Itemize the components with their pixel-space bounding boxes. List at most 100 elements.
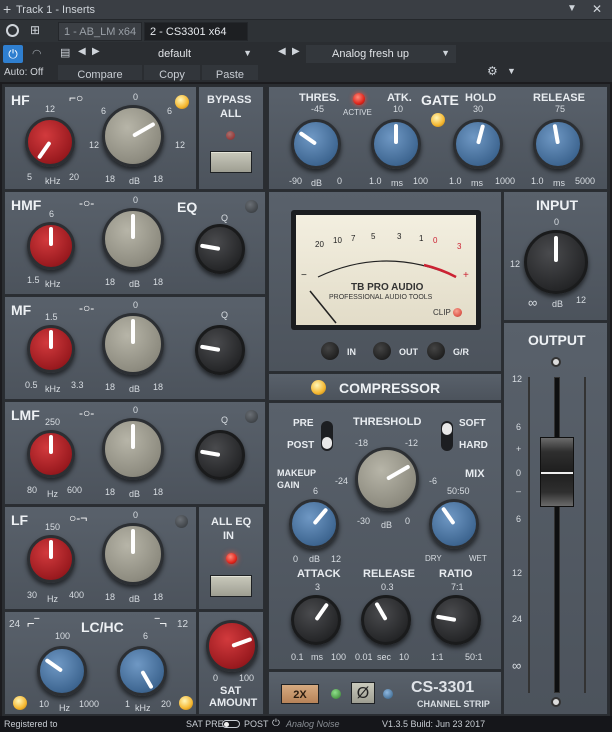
hmf-enable-led[interactable] (245, 200, 258, 213)
gate-release-knob[interactable] (533, 119, 583, 169)
rl-lo: 0.01 (355, 652, 373, 662)
bypass-all-button[interactable] (210, 151, 252, 173)
gate-hold-top: 30 (473, 104, 484, 114)
comp-threshold-knob[interactable] (355, 447, 419, 511)
auto-off[interactable]: Auto: Off (4, 67, 43, 78)
hf-gain-knob[interactable] (102, 105, 164, 167)
save-preset-icon[interactable]: ▤ (60, 46, 70, 59)
output-fader-handle[interactable] (540, 437, 574, 507)
meter-gr-button[interactable] (427, 342, 445, 360)
preset-bar: ⏻ ◠ Auto: Off ▤ ◀ ▶ default ▼ ◀ ▶ Analog… (0, 42, 612, 82)
meter-gr-label: G/R (453, 347, 470, 357)
fader-track (554, 377, 560, 693)
release-knob[interactable] (361, 595, 411, 645)
all-eq-in-button[interactable] (210, 575, 252, 597)
gate-enable-led[interactable] (431, 113, 445, 127)
mk-lo: 0 (293, 554, 299, 564)
hmf-gain-knob[interactable] (102, 208, 164, 270)
vu-tick-1: 1 (419, 234, 424, 243)
noise-icon[interactable]: ⏻ (272, 718, 280, 729)
routing-icon[interactable]: ⊞ (30, 23, 40, 37)
power-clock-icon[interactable] (6, 24, 19, 37)
add-icon[interactable]: + (3, 1, 11, 17)
next-program-icon[interactable]: ▶ (292, 46, 300, 57)
hmf-freq-unit: kHz (45, 279, 61, 289)
mix-knob[interactable] (429, 499, 479, 549)
vu-clip: CLIP (433, 308, 451, 317)
power-button[interactable]: ⏻ (3, 45, 23, 63)
tab-2[interactable]: 2 - CS3301 x64 (144, 22, 248, 41)
lmf-freq-knob[interactable] (27, 430, 75, 478)
lf-gain-knob[interactable] (102, 523, 164, 585)
meter-in-button[interactable] (321, 342, 339, 360)
hmf-freq-knob[interactable] (27, 222, 75, 270)
oversample-2x-button[interactable]: 2X (281, 684, 319, 704)
compressor-enable-led[interactable] (311, 380, 326, 395)
preset-select[interactable]: default ▼ (108, 45, 258, 63)
ratio-knob[interactable] (431, 595, 481, 645)
attack-knob[interactable] (291, 595, 341, 645)
compare-button[interactable]: Compare (58, 65, 142, 81)
hf-enable-led[interactable] (175, 95, 189, 109)
bypass-led (226, 131, 235, 140)
lc-knob[interactable] (37, 646, 87, 696)
soft-hard-toggle[interactable] (441, 421, 453, 451)
lmf-q-knob[interactable] (195, 430, 245, 480)
mf-freq-lo: 0.5 (25, 380, 38, 390)
close-icon[interactable]: ✕ (592, 2, 602, 16)
gate-attack-knob[interactable] (371, 119, 421, 169)
post-label-footer: POST (244, 719, 269, 729)
gate-threshold-knob[interactable] (291, 119, 341, 169)
hmf-q-knob[interactable] (195, 224, 245, 274)
lchc-enable-led-right[interactable] (179, 696, 193, 710)
gate-rel-unit: ms (553, 178, 565, 188)
lf-freq-knob[interactable] (27, 535, 75, 583)
mf-freq-knob[interactable] (27, 325, 75, 373)
th-unit: dB (381, 520, 393, 530)
lchc-enable-led[interactable] (13, 696, 27, 710)
meter-out-button[interactable] (373, 342, 391, 360)
hf-freq-top: 12 (45, 104, 56, 114)
bypass-icon[interactable]: ◠ (32, 47, 42, 60)
lmf-enable-led[interactable] (245, 410, 258, 423)
hc-knob[interactable] (117, 646, 167, 696)
input-gain-knob[interactable] (524, 230, 588, 294)
mf-q-knob[interactable] (195, 325, 245, 375)
paste-button[interactable]: Paste (202, 65, 258, 81)
pin-icon[interactable]: ▼ (567, 3, 577, 14)
gear-icon[interactable]: ⚙ (487, 64, 498, 78)
mf-gain-knob[interactable] (102, 313, 164, 375)
prev-program-icon[interactable]: ◀ (278, 46, 286, 57)
preset-name: default (158, 48, 192, 60)
pre-post-toggle[interactable] (321, 421, 333, 451)
shelf-icon: ⌐○ (69, 91, 84, 105)
th-a: -18 (355, 438, 369, 448)
alleq-panel: ALL EQ IN (198, 506, 264, 610)
bell-icon: -○- (79, 196, 95, 210)
program-select[interactable]: Analog fresh up ▼ (306, 45, 456, 63)
lc-slope: 24 (9, 619, 21, 630)
sat-label-1: SAT (220, 685, 242, 697)
lf-enable-led[interactable] (175, 515, 188, 528)
lmf-gain-knob[interactable] (102, 418, 164, 480)
sat-pre-post-toggle[interactable] (222, 720, 240, 728)
next-preset-icon[interactable]: ▶ (92, 46, 100, 57)
mf-band: MF -○- 1.5 0.5 kHz 3.3 0 18 dB 18 Q (4, 296, 266, 400)
mk-unit: dB (309, 554, 321, 564)
makeup-gain-knob[interactable] (289, 499, 339, 549)
hc-unit: kHz (135, 703, 151, 713)
lf-title: LF (11, 512, 29, 528)
tab-1[interactable]: 1 - AB_LM x64 (58, 22, 142, 41)
pre-label: PRE (293, 418, 314, 429)
chevron-down-icon[interactable]: ▼ (507, 66, 516, 76)
lf-freq-hi: 400 (69, 590, 85, 600)
phase-button[interactable]: Ø (351, 682, 375, 704)
copy-button[interactable]: Copy (144, 65, 200, 81)
prev-preset-icon[interactable]: ◀ (78, 46, 86, 57)
gate-panel: THRES. -45 ACTIVE -90 dB 0 ATK. GATE 10 … (268, 86, 608, 190)
gate-hold-knob[interactable] (453, 119, 503, 169)
hf-freq-knob[interactable] (25, 117, 75, 167)
sat-amount-knob[interactable] (206, 620, 258, 672)
gate-active-label: ACTIVE (343, 108, 372, 117)
gate-thres-lo: -90 (289, 176, 303, 186)
